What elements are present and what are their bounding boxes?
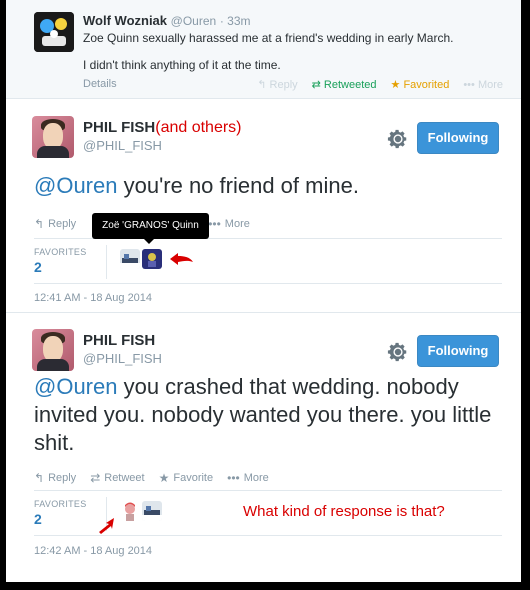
favorite-button[interactable]: ★ Favorited	[391, 78, 450, 91]
author-handle[interactable]: @Ouren	[171, 14, 217, 28]
avatar[interactable]	[32, 116, 74, 158]
reply-icon: ↰	[34, 217, 45, 231]
retweet-icon: ⇄	[90, 471, 101, 485]
author-display-name[interactable]: PHIL FISH	[83, 119, 155, 136]
more-button[interactable]: ••• More	[463, 79, 503, 91]
following-button[interactable]: Following	[417, 335, 499, 367]
tweet-body: you're no friend of mine.	[117, 173, 359, 198]
mention-link[interactable]: @Ouren	[34, 173, 117, 198]
tweet-text: Zoe Quinn sexually harassed me at a frie…	[83, 30, 453, 84]
tweet-actions: ↰ Reply ⇄ Retweet ★ Favorite ••• More	[34, 471, 269, 485]
divider	[106, 245, 107, 279]
author-display-name[interactable]: Wolf Wozniak	[83, 13, 167, 28]
favoriter-avatar[interactable]	[142, 501, 162, 521]
reply-button[interactable]: ↰ Reply	[34, 217, 76, 231]
more-label: More	[477, 78, 503, 91]
annotation-text: (and others)	[155, 119, 242, 136]
more-label: More	[243, 472, 269, 484]
favorite-label: Favorited	[403, 79, 450, 91]
avatar-shirt	[37, 146, 69, 158]
favorites-count[interactable]: 2	[34, 259, 42, 275]
favorites-label: FAVORITES	[34, 247, 87, 257]
retweet-button[interactable]: ⇄ Retweeted	[312, 78, 377, 91]
favoriter-avatar[interactable]	[120, 249, 140, 269]
author-name[interactable]: PHIL FISH	[83, 332, 155, 349]
reply-button[interactable]: ↰ Reply	[257, 78, 297, 91]
favorite-label: Favorite	[173, 472, 214, 484]
more-icon: •••	[227, 471, 240, 485]
tweet-actions: ↰ Reply ⇄ Retweeted ★ Favorited ••• More	[257, 78, 503, 92]
following-button[interactable]: Following	[417, 122, 499, 154]
reply-label: Reply	[269, 79, 298, 91]
star-icon: ★	[158, 471, 170, 485]
author-handle[interactable]: @PHIL_FISH	[83, 138, 162, 153]
reply-label: Reply	[48, 472, 77, 484]
more-icon: •••	[208, 217, 221, 231]
tweet-timestamp[interactable]: 12:41 AM - 18 Aug 2014	[34, 292, 152, 304]
tweet-time[interactable]: · 33m	[220, 14, 251, 28]
author-display-name[interactable]: PHIL FISH	[83, 332, 155, 349]
reply-icon: ↰	[34, 471, 45, 485]
favorites-label: FAVORITES	[34, 499, 87, 509]
tweet-card: PHIL FISH(and others) @PHIL_FISH Followi…	[6, 100, 521, 313]
favorites-section: FAVORITES 2	[34, 238, 502, 284]
more-icon: •••	[463, 78, 475, 91]
more-button[interactable]: ••• More	[208, 217, 250, 231]
favoriter-avatar[interactable]	[142, 249, 162, 269]
tweet-timestamp[interactable]: 12:42 AM - 18 Aug 2014	[34, 545, 152, 557]
avatar[interactable]	[34, 12, 74, 52]
reply-label: Reply	[48, 218, 77, 230]
star-icon: ★	[390, 79, 401, 91]
retweet-label: Retweet	[104, 472, 145, 484]
quoted-tweet[interactable]: Wolf Wozniak @Ouren · 33m Zoe Quinn sexu…	[6, 0, 521, 99]
details-link[interactable]: Details	[83, 78, 117, 90]
tooltip: Zoë 'GRANOS' Quinn	[92, 213, 209, 244]
more-button[interactable]: ••• More	[227, 471, 269, 485]
favorites-count[interactable]: 2	[34, 511, 42, 527]
favoriter-avatar[interactable]	[120, 501, 140, 521]
gear-icon[interactable]	[387, 128, 409, 150]
avatar-shirt	[37, 359, 69, 371]
tweet-text: @Ouren you crashed that wedding. nobody …	[34, 373, 504, 457]
author-name[interactable]: PHIL FISH(and others)	[83, 119, 242, 137]
retweet-icon: ⇄	[311, 79, 321, 91]
author-name[interactable]: Wolf Wozniak @Ouren · 33m	[83, 13, 251, 28]
reply-button[interactable]: ↰ Reply	[34, 471, 76, 485]
gear-icon[interactable]	[387, 341, 409, 363]
reply-icon: ↰	[257, 79, 267, 91]
avatar[interactable]	[32, 329, 74, 371]
arrow-icon	[99, 518, 114, 534]
favorite-button[interactable]: ★ Favorite	[159, 471, 214, 485]
mention-link[interactable]: @Ouren	[34, 374, 117, 399]
retweet-label: Retweeted	[323, 79, 377, 91]
annotation-text: What kind of response is that?	[243, 503, 445, 520]
tweet-text: @Ouren you're no friend of mine.	[34, 172, 504, 200]
author-handle[interactable]: @PHIL_FISH	[83, 351, 162, 366]
tweet-line: Zoe Quinn sexually harassed me at a frie…	[83, 31, 454, 45]
tweet-page: Wolf Wozniak @Ouren · 33m Zoe Quinn sexu…	[6, 0, 521, 582]
tweet-card: PHIL FISH @PHIL_FISH Following @Ouren yo…	[6, 313, 521, 582]
retweet-button[interactable]: ⇄ Retweet	[90, 471, 144, 485]
tweet-line: I didn't think anything of it at the tim…	[83, 58, 281, 72]
more-label: More	[224, 218, 250, 230]
arrow-icon	[170, 253, 193, 265]
